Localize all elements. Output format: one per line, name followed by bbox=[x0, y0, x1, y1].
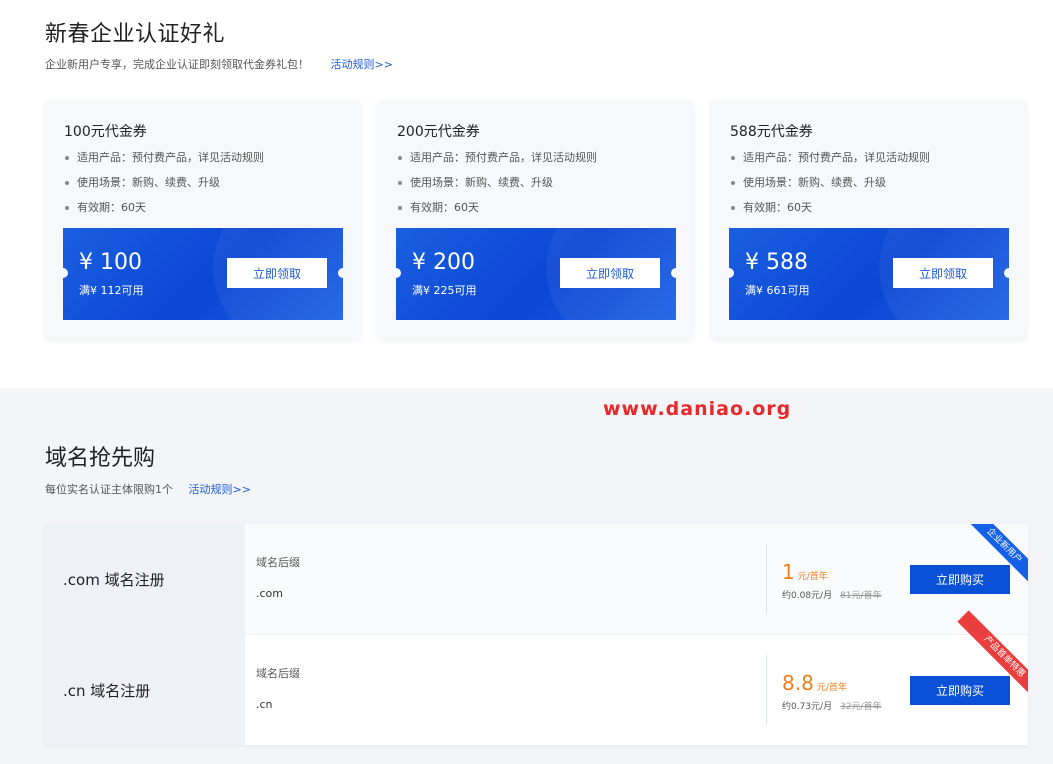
voucher-detail: 适用产品：预付费产品，详见活动规则 bbox=[63, 151, 264, 176]
voucher-ticket: ¥ 588 满¥ 661可用 立即领取 bbox=[729, 228, 1009, 320]
price: 1 元/首年 bbox=[782, 560, 828, 584]
voucher-card-588: 588元代金券 适用产品：预付费产品，详见活动规则 使用场景：新购、续费、升级 … bbox=[711, 101, 1026, 339]
voucher-condition: 满¥ 661可用 bbox=[745, 284, 810, 297]
domain-table: .com 域名注册 域名后缀 .com 1 元/首年 约0.08元/月 81元/首年… bbox=[45, 524, 1028, 745]
voucher-detail: 有效期：60天 bbox=[63, 201, 264, 226]
domain-subtitle: 每位实名认证主体限购1个 活动规则>> bbox=[45, 481, 251, 497]
domain-name: .cn 域名注册 bbox=[63, 682, 151, 700]
domain-name-cell: .com 域名注册 bbox=[45, 524, 245, 634]
per-month: 约0.73元/月 bbox=[782, 702, 833, 712]
voucher-details: 适用产品：预付费产品，详见活动规则 使用场景：新购、续费、升级 有效期：60天 bbox=[729, 151, 930, 226]
buy-button[interactable]: 立即购买 bbox=[910, 676, 1010, 705]
promo-subtitle: 企业新用户专享，完成企业认证即刻领取代金券礼包！ 活动规则>> bbox=[45, 56, 393, 72]
voucher-detail: 使用场景：新购、续费、升级 bbox=[729, 176, 930, 201]
voucher-card-100: 100元代金券 适用产品：预付费产品，详见活动规则 使用场景：新购、续费、升级 … bbox=[45, 101, 360, 339]
ticket-notch bbox=[396, 268, 401, 278]
domain-rules-link[interactable]: 活动规则>> bbox=[189, 483, 251, 496]
price-value: 1 bbox=[782, 560, 795, 584]
promo-title: 新春企业认证好礼 bbox=[45, 22, 226, 47]
promo-section: 新春企业认证好礼 企业新用户专享，完成企业认证即刻领取代金券礼包！ 活动规则>>… bbox=[0, 0, 1053, 388]
price-value: 8.8 bbox=[782, 671, 814, 695]
voucher-detail: 适用产品：预付费产品，详见活动规则 bbox=[729, 151, 930, 176]
watermark: www.daniao.org bbox=[603, 398, 792, 420]
original-price: 81元/首年 bbox=[840, 591, 882, 601]
price-detail: 约0.08元/月 81元/首年 bbox=[782, 588, 882, 601]
buy-button[interactable]: 立即购买 bbox=[910, 565, 1010, 594]
voucher-ticket: ¥ 100 满¥ 112可用 立即领取 bbox=[63, 228, 343, 320]
suffix-value: .com bbox=[256, 587, 283, 600]
domain-row-cn: .cn 域名注册 域名后缀 .cn 8.8 元/首年 约0.73元/月 32元/首年… bbox=[45, 610, 1028, 745]
voucher-title: 588元代金券 bbox=[730, 124, 813, 140]
voucher-amount: ¥ 200 bbox=[412, 250, 475, 275]
ticket-notch bbox=[338, 268, 343, 278]
domain-name: .com 域名注册 bbox=[63, 571, 165, 589]
voucher-detail: 使用场景：新购、续费、升级 bbox=[63, 176, 264, 201]
price: 8.8 元/首年 bbox=[782, 671, 847, 695]
ticket-notch bbox=[63, 268, 68, 278]
voucher-detail: 适用产品：预付费产品，详见活动规则 bbox=[396, 151, 597, 176]
promo-subtitle-text: 企业新用户专享，完成企业认证即刻领取代金券礼包！ bbox=[45, 58, 309, 71]
voucher-ticket: ¥ 200 满¥ 225可用 立即领取 bbox=[396, 228, 676, 320]
claim-button[interactable]: 立即领取 bbox=[227, 258, 327, 288]
voucher-condition: 满¥ 225可用 bbox=[412, 284, 477, 297]
voucher-condition: 满¥ 112可用 bbox=[79, 284, 144, 297]
domain-title: 域名抢先购 bbox=[45, 446, 156, 471]
claim-button[interactable]: 立即领取 bbox=[893, 258, 993, 288]
voucher-details: 适用产品：预付费产品，详见活动规则 使用场景：新购、续费、升级 有效期：60天 bbox=[396, 151, 597, 226]
voucher-detail: 有效期：60天 bbox=[729, 201, 930, 226]
ticket-notch bbox=[671, 268, 676, 278]
promo-rules-link[interactable]: 活动规则>> bbox=[331, 58, 393, 71]
price-unit: 元/首年 bbox=[816, 683, 847, 693]
voucher-detail: 使用场景：新购、续费、升级 bbox=[396, 176, 597, 201]
price-unit: 元/首年 bbox=[797, 572, 828, 582]
suffix-label: 域名后缀 bbox=[256, 556, 300, 569]
voucher-title: 200元代金券 bbox=[397, 124, 480, 140]
ticket-notch bbox=[729, 268, 734, 278]
voucher-title: 100元代金券 bbox=[64, 124, 147, 140]
voucher-detail: 有效期：60天 bbox=[396, 201, 597, 226]
voucher-amount: ¥ 588 bbox=[745, 250, 808, 275]
divider bbox=[766, 544, 767, 614]
per-month: 约0.08元/月 bbox=[782, 591, 833, 601]
voucher-card-200: 200元代金券 适用产品：预付费产品，详见活动规则 使用场景：新购、续费、升级 … bbox=[378, 101, 693, 339]
divider bbox=[766, 655, 767, 725]
domain-row-com: .com 域名注册 域名后缀 .com 1 元/首年 约0.08元/月 81元/首年… bbox=[45, 524, 1028, 635]
voucher-details: 适用产品：预付费产品，详见活动规则 使用场景：新购、续费、升级 有效期：60天 bbox=[63, 151, 264, 226]
original-price: 32元/首年 bbox=[840, 702, 882, 712]
suffix-value: .cn bbox=[256, 698, 273, 711]
suffix-label: 域名后缀 bbox=[256, 667, 300, 680]
domain-name-cell: .cn 域名注册 bbox=[45, 635, 245, 745]
price-detail: 约0.73元/月 32元/首年 bbox=[782, 699, 882, 712]
ticket-notch bbox=[1004, 268, 1009, 278]
voucher-amount: ¥ 100 bbox=[79, 250, 142, 275]
claim-button[interactable]: 立即领取 bbox=[560, 258, 660, 288]
domain-subtitle-text: 每位实名认证主体限购1个 bbox=[45, 483, 173, 496]
